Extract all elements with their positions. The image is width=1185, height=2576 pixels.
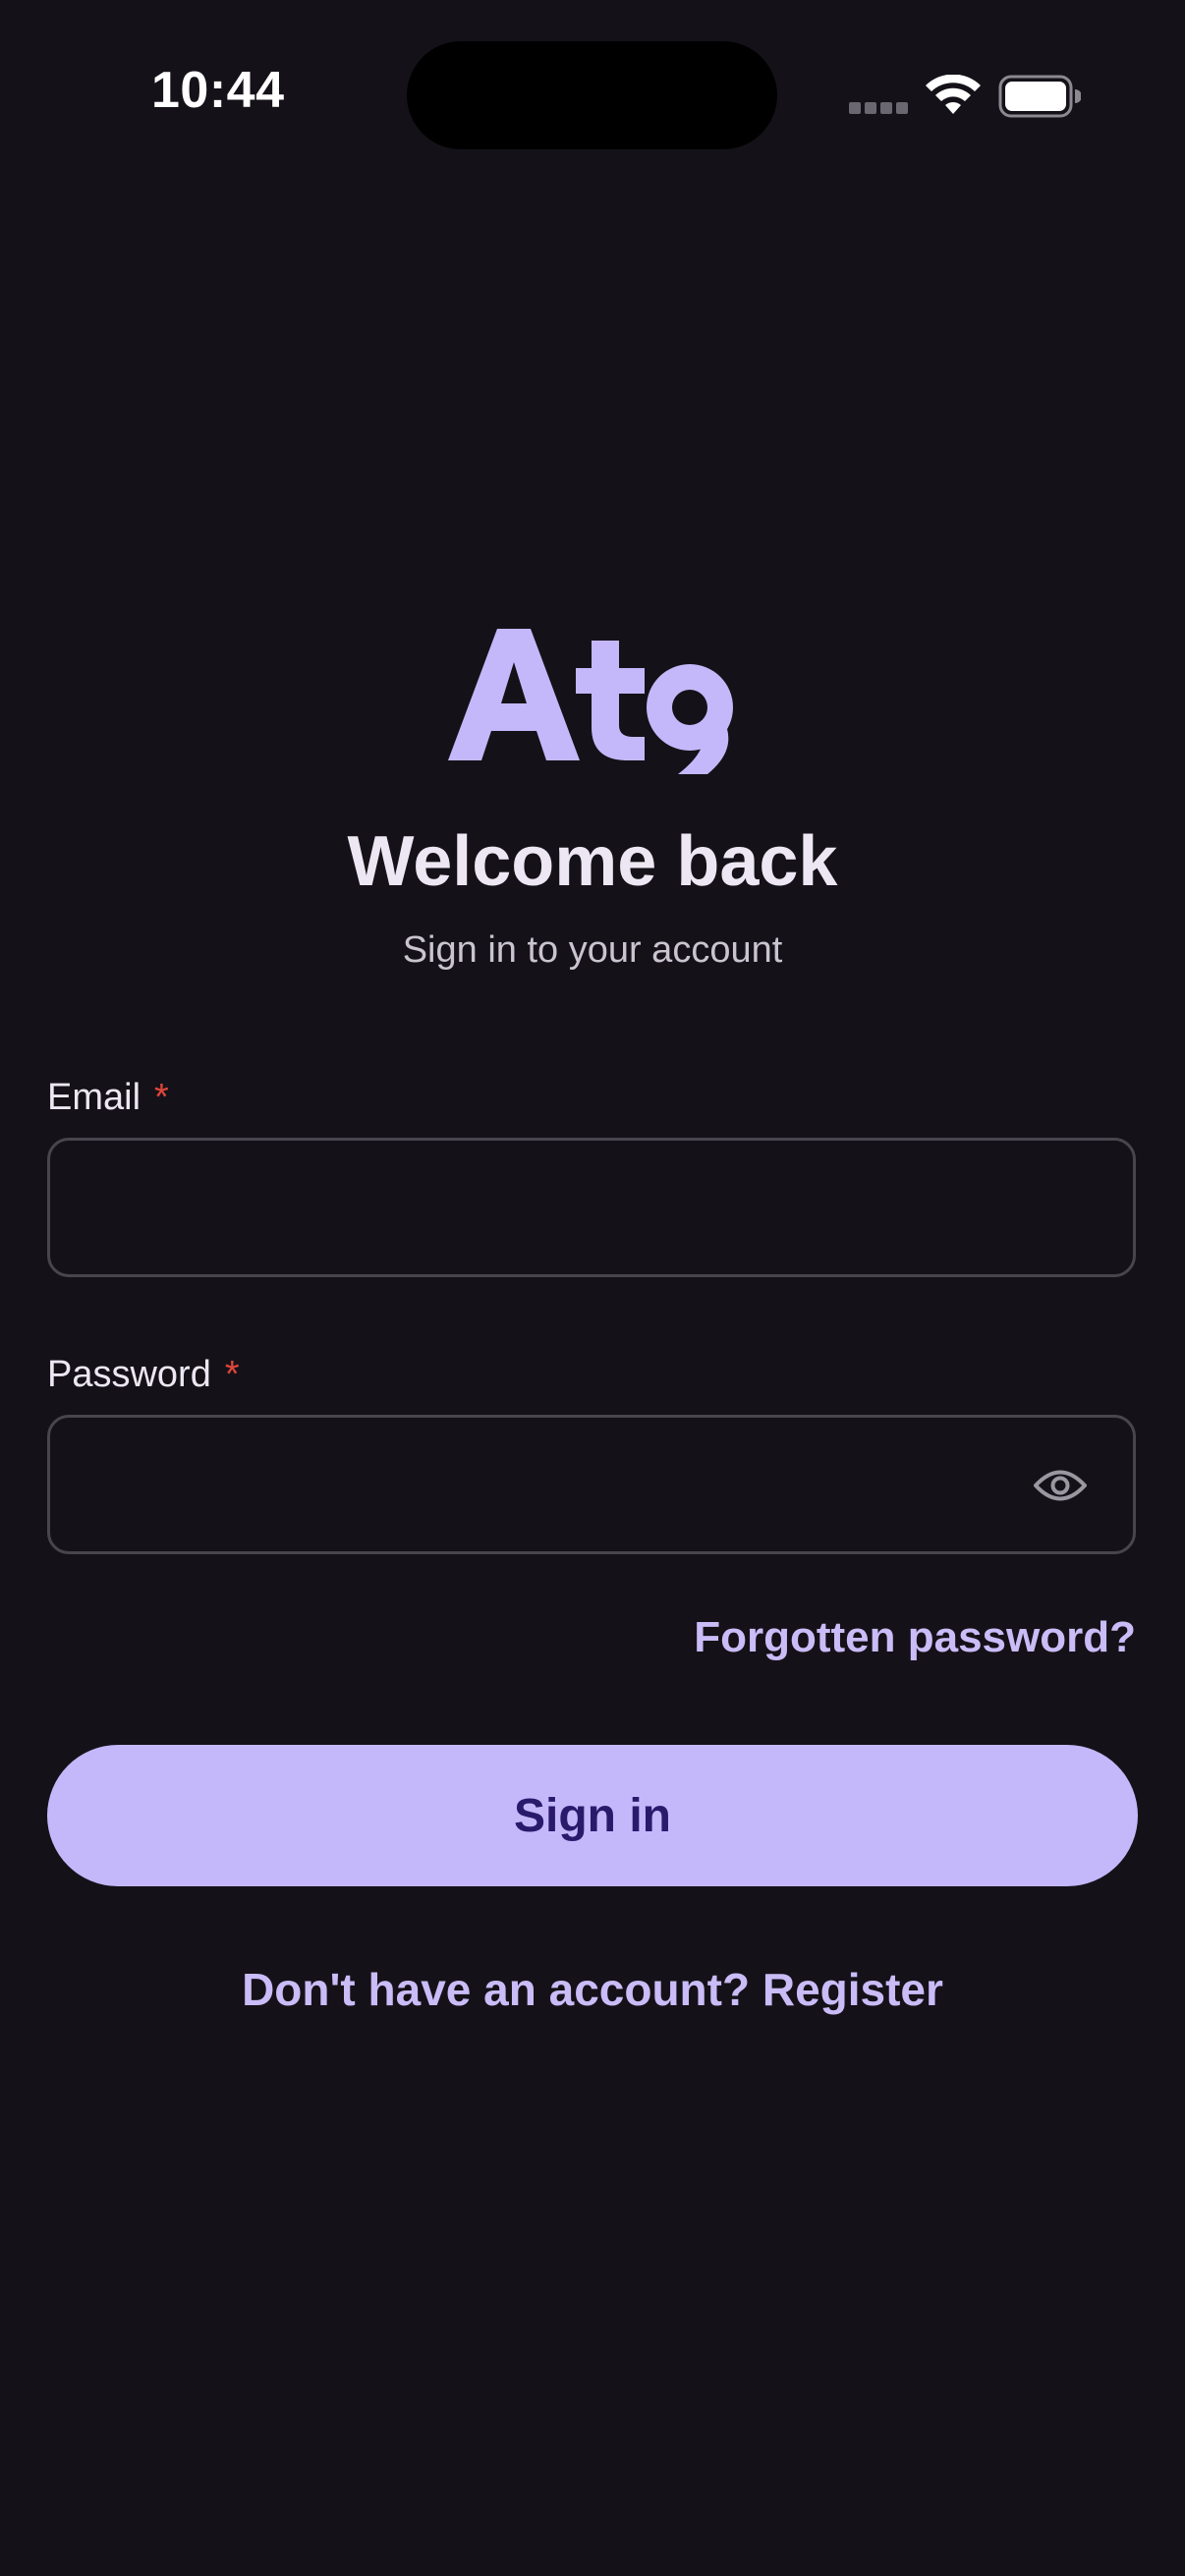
- password-field-container[interactable]: [47, 1415, 1136, 1554]
- required-mark: *: [224, 1354, 240, 1395]
- dynamic-island: [407, 41, 777, 149]
- email-label: Email *: [47, 1077, 169, 1119]
- email-label-text: Email: [47, 1077, 141, 1118]
- forgot-password-link[interactable]: Forgotten password?: [694, 1613, 1136, 1662]
- email-field-container[interactable]: [47, 1138, 1136, 1277]
- email-field[interactable]: [84, 1141, 1031, 1276]
- password-label-text: Password: [47, 1354, 211, 1395]
- password-field[interactable]: [84, 1418, 1031, 1553]
- battery-icon: [998, 75, 1081, 118]
- register-link[interactable]: Don't have an account? Register: [0, 1963, 1185, 2016]
- wifi-icon: [926, 75, 981, 114]
- status-bar: 10:44: [0, 0, 1185, 196]
- password-label: Password *: [47, 1354, 240, 1396]
- page-title: Welcome back: [347, 822, 838, 901]
- eye-icon[interactable]: [1033, 1461, 1088, 1510]
- brand-logo: [448, 629, 733, 774]
- status-time: 10:44: [151, 62, 285, 119]
- signal-icon: [849, 102, 908, 114]
- page-subtitle: Sign in to your account: [402, 929, 783, 971]
- required-mark: *: [154, 1077, 169, 1118]
- sign-in-button[interactable]: Sign in: [47, 1745, 1138, 1886]
